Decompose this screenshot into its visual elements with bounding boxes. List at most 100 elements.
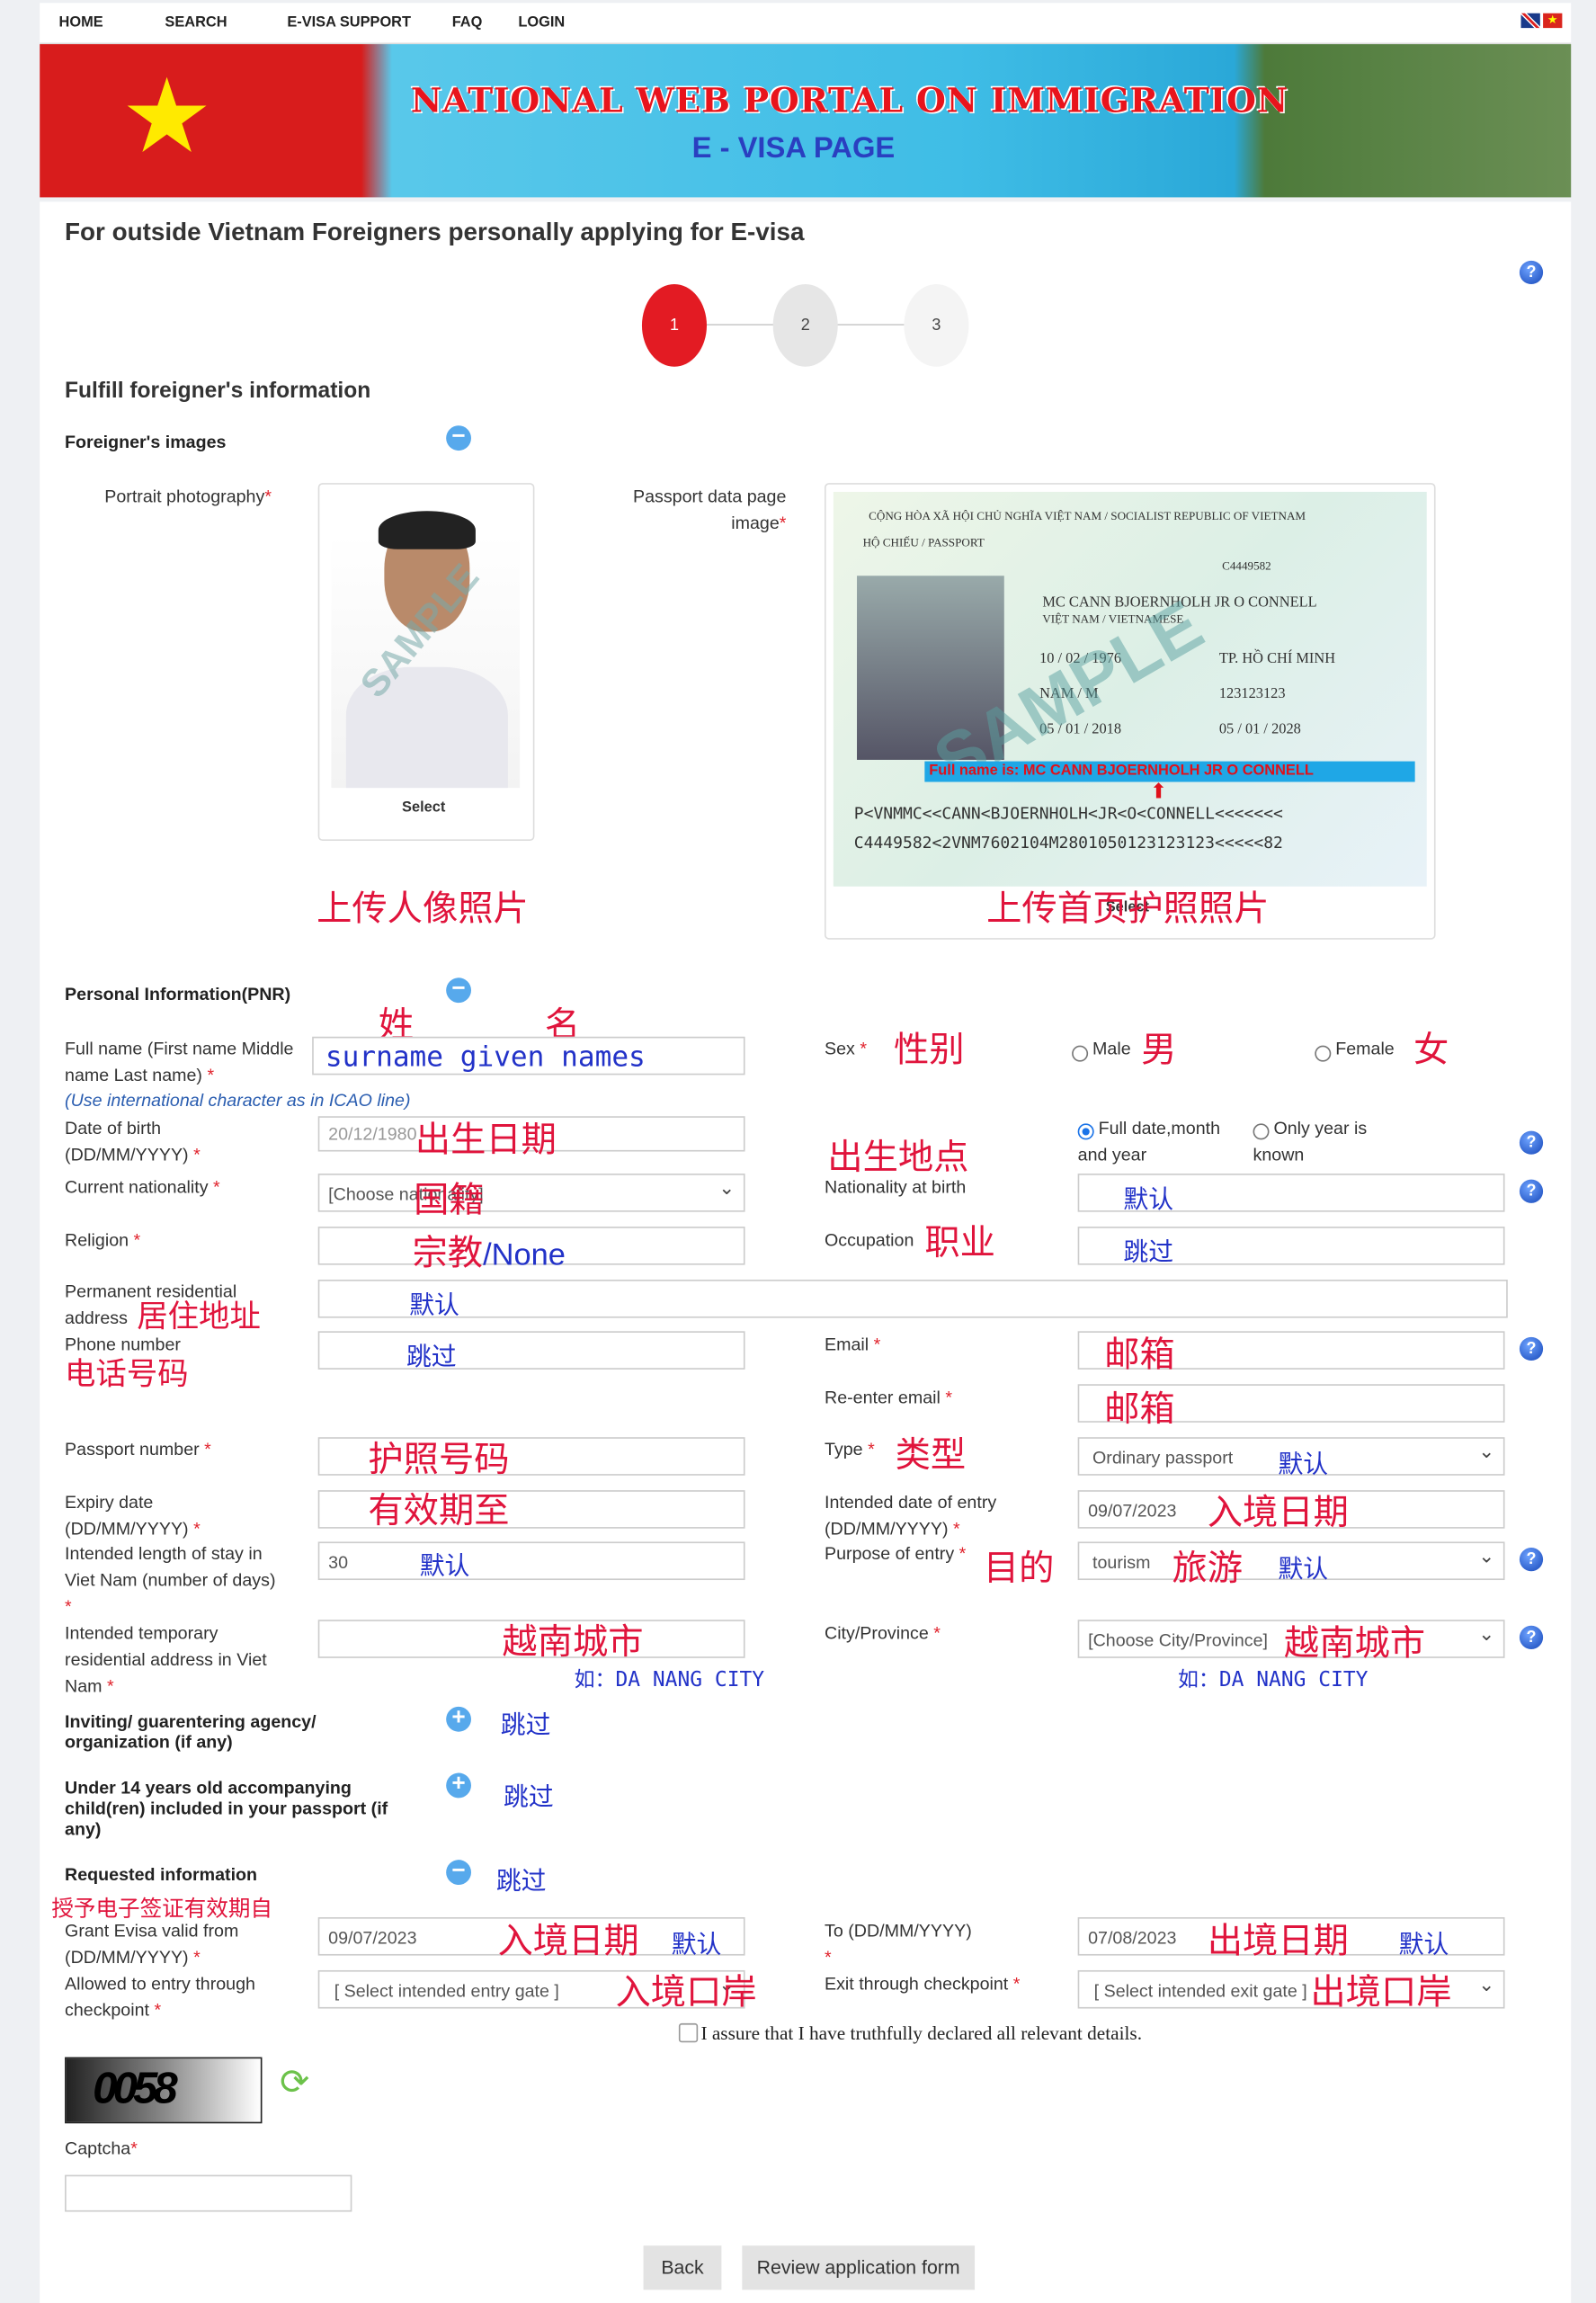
mrz-line-2: C4449582<2VNM7602104M2801050123123123<<<… bbox=[853, 833, 1283, 853]
annotation: 目的 bbox=[983, 1549, 1055, 1589]
inviting-heading: Inviting/ guarentering agency/ organizat… bbox=[65, 1710, 317, 1753]
annotation: 国籍 bbox=[414, 1181, 485, 1221]
section-title: Fulfill foreigner's information bbox=[65, 378, 371, 404]
captcha-input[interactable] bbox=[65, 2174, 352, 2212]
annotation: 入境日期 bbox=[1207, 1493, 1349, 1533]
annotation: 上传首页护照照片 bbox=[986, 889, 1270, 930]
requested-heading: Requested information bbox=[65, 1864, 258, 1885]
occupation-label: Occupation bbox=[825, 1229, 914, 1251]
help-icon[interactable]: ? bbox=[1519, 1130, 1544, 1155]
city-label: City/Province bbox=[825, 1622, 929, 1644]
help-icon[interactable]: ? bbox=[1519, 1179, 1544, 1203]
uk-flag-icon[interactable] bbox=[1520, 13, 1540, 29]
sex-label: Sex bbox=[825, 1038, 855, 1059]
annotation: 默认 bbox=[419, 1551, 470, 1581]
annotation: /None bbox=[483, 1238, 566, 1272]
year-only-label: Only year is known bbox=[1253, 1117, 1368, 1165]
assure-checkbox[interactable] bbox=[678, 2022, 699, 2043]
nav-search[interactable]: SEARCH bbox=[165, 14, 227, 31]
annotation: 入境口岸 bbox=[615, 1973, 757, 2013]
passport-sample-image: CỘNG HÒA XÃ HỘI CHỦ NGHĨA VIỆT NAM / SOC… bbox=[833, 491, 1427, 887]
annotation: 旅游 bbox=[1172, 1549, 1244, 1589]
vietnam-flag-icon[interactable]: ★ bbox=[1543, 13, 1563, 29]
passport-number-label: Passport number bbox=[65, 1438, 200, 1459]
flag-star-icon: ★ bbox=[120, 58, 214, 174]
sex-female-radio[interactable] bbox=[1315, 1045, 1332, 1062]
phone-input[interactable] bbox=[317, 1331, 745, 1370]
passport-image-label: Passport data page image bbox=[632, 486, 787, 533]
nationality-select[interactable]: [Choose nationality] bbox=[317, 1174, 745, 1212]
annotation: 类型 bbox=[895, 1435, 967, 1476]
collapse-icon[interactable]: − bbox=[446, 424, 471, 451]
sex-male-radio[interactable] bbox=[1072, 1045, 1089, 1062]
annotation: 跳过 bbox=[500, 1710, 551, 1739]
valid-from-label: Grant Evisa valid from (DD/MM/YYYY) bbox=[65, 1920, 239, 1968]
portrait-photo: SAMPLE bbox=[331, 504, 521, 789]
stay-input[interactable]: 30 bbox=[317, 1541, 745, 1581]
annotation: 职业 bbox=[924, 1223, 995, 1263]
expiry-label: Expiry date (DD/MM/YYYY) bbox=[65, 1491, 189, 1540]
nav-home[interactable]: HOME bbox=[59, 14, 103, 31]
exit-gate-label: Exit through checkpoint bbox=[825, 1973, 1009, 1995]
annotation: 越南城市 bbox=[1283, 1624, 1426, 1665]
icao-hint: (Use international character as in ICAO … bbox=[65, 1089, 411, 1111]
collapse-icon[interactable]: − bbox=[446, 977, 471, 1004]
full-name-label: Full name (First name Middle name Last n… bbox=[65, 1038, 294, 1085]
valid-to-label: To (DD/MM/YYYY) bbox=[825, 1920, 972, 1941]
temp-address-label: Intended temporary residential address i… bbox=[65, 1622, 267, 1697]
annotation: 默认 bbox=[671, 1930, 722, 1959]
banner: ★ NATIONAL WEB PORTAL ON IMMIGRATION E -… bbox=[40, 44, 1572, 198]
address-input[interactable] bbox=[317, 1279, 1508, 1318]
annotation: 出生地点 bbox=[827, 1138, 969, 1178]
help-icon[interactable]: ? bbox=[1519, 1548, 1544, 1572]
help-icon[interactable]: ? bbox=[1519, 1336, 1544, 1361]
annotation: 默认 bbox=[409, 1291, 459, 1320]
annotation: 邮箱 bbox=[1104, 1335, 1175, 1376]
annotation: 跳过 bbox=[504, 1783, 554, 1812]
assure-label: I assure that I have truthfully declared… bbox=[700, 2022, 1143, 2044]
portrait-upload[interactable]: SAMPLE Select bbox=[317, 483, 535, 842]
refresh-icon[interactable]: ⟳ bbox=[280, 2062, 309, 2104]
page-title: For outside Vietnam Foreigners personall… bbox=[65, 218, 805, 246]
annotation: 出境日期 bbox=[1207, 1921, 1349, 1962]
nav-faq[interactable]: FAQ bbox=[452, 14, 483, 31]
review-button[interactable]: Review application form bbox=[742, 2245, 976, 2290]
passport-upload[interactable]: CỘNG HÒA XÃ HỘI CHỦ NGHĨA VIỆT NAM / SOC… bbox=[825, 483, 1436, 940]
collapse-icon[interactable]: − bbox=[446, 1859, 471, 1885]
expand-icon[interactable]: + bbox=[446, 1706, 471, 1732]
expand-icon[interactable]: + bbox=[446, 1772, 471, 1799]
stay-label: Intended length of stay in Viet Nam (num… bbox=[65, 1543, 276, 1591]
back-button[interactable]: Back bbox=[643, 2245, 722, 2290]
full-date-label: Full date,month and year bbox=[1077, 1117, 1221, 1165]
entry-date-label: Intended date of entry (DD/MM/YYYY) bbox=[825, 1491, 997, 1540]
annotation: 跳过 bbox=[1123, 1238, 1174, 1267]
captcha-image: 0058 bbox=[65, 2057, 263, 2124]
annotation: 电话号码 bbox=[65, 1357, 189, 1392]
reemail-label: Re-enter email bbox=[825, 1387, 941, 1408]
full-name-input[interactable]: surname given names bbox=[312, 1036, 745, 1076]
children-heading: Under 14 years old accompanying child(re… bbox=[65, 1777, 388, 1840]
annotation: 入境日期 bbox=[497, 1921, 639, 1962]
annotation: 默认 bbox=[1278, 1450, 1329, 1479]
portrait-select-button[interactable]: Select bbox=[402, 799, 445, 816]
top-nav: HOME SEARCH E-VISA SUPPORT FAQ LOGIN ★ bbox=[40, 3, 1572, 45]
annotation: 女 bbox=[1413, 1031, 1449, 1071]
annotation: 出境口岸 bbox=[1310, 1973, 1452, 2013]
annotation: 出生日期 bbox=[415, 1120, 557, 1161]
annotation: 宗教 bbox=[412, 1234, 484, 1274]
type-label: Type bbox=[825, 1438, 863, 1459]
banner-title: NATIONAL WEB PORTAL ON IMMIGRATION bbox=[410, 81, 1288, 121]
help-icon[interactable]: ? bbox=[1519, 1625, 1544, 1649]
dob-label: Date of birth (DD/MM/YYYY) bbox=[65, 1117, 189, 1165]
help-icon[interactable]: ? bbox=[1519, 260, 1544, 285]
nav-login[interactable]: LOGIN bbox=[518, 14, 565, 31]
portrait-label: Portrait photography bbox=[104, 486, 265, 507]
annotation: 护照号码 bbox=[368, 1440, 510, 1480]
annotation: 有效期至 bbox=[368, 1491, 510, 1531]
annotation: 性别 bbox=[893, 1031, 965, 1071]
religion-label: Religion bbox=[65, 1229, 129, 1251]
annotation: 默认 bbox=[1278, 1555, 1329, 1584]
nationality-birth-label: Nationality at birth bbox=[825, 1176, 967, 1198]
nav-evisa-support[interactable]: E-VISA SUPPORT bbox=[287, 14, 411, 31]
annotation: 如：DA NANG CITY bbox=[574, 1668, 765, 1692]
